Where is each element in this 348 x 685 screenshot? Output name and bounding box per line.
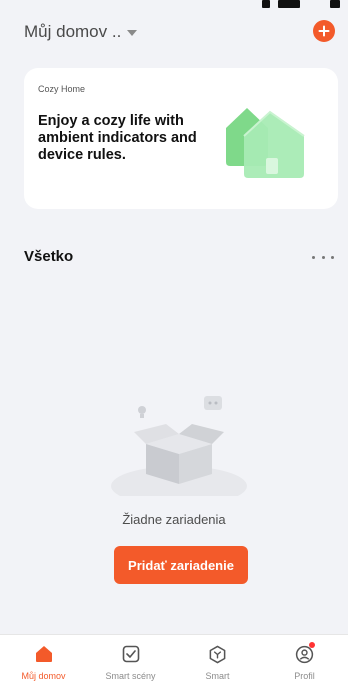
section-title: Všetko bbox=[24, 248, 74, 265]
home-selector[interactable]: Můj domov .. bbox=[24, 22, 138, 42]
home-header: Můj domov .. bbox=[0, 12, 348, 58]
tab-label: Smart scény bbox=[105, 671, 156, 681]
more-options-button[interactable] bbox=[312, 250, 334, 264]
notification-badge bbox=[308, 642, 315, 648]
tab-profile[interactable]: Profil bbox=[261, 635, 348, 685]
home-icon bbox=[33, 643, 55, 665]
banner-kicker: Cozy Home bbox=[38, 84, 86, 94]
green-houses-icon bbox=[226, 108, 305, 178]
home-name: Můj domov .. bbox=[24, 22, 122, 41]
add-device-button[interactable]: Pridať zariadenie bbox=[114, 546, 248, 584]
checkbox-icon bbox=[120, 643, 142, 665]
status-glyph bbox=[330, 0, 340, 8]
bottom-tab-bar: Můj domov Smart scény Smart Profil bbox=[0, 634, 348, 685]
tab-smart[interactable]: Smart bbox=[174, 635, 261, 685]
smart-hex-icon bbox=[207, 643, 229, 665]
tab-smart-scenes[interactable]: Smart scény bbox=[87, 635, 174, 685]
add-button[interactable] bbox=[313, 20, 335, 42]
empty-state-message: Žiadne zariadenia bbox=[122, 512, 226, 527]
status-glyph bbox=[262, 0, 270, 8]
tab-my-home[interactable]: Můj domov bbox=[0, 635, 87, 685]
plus-circle-icon bbox=[318, 25, 330, 37]
banner-headline: Enjoy a cozy life with ambient indicator… bbox=[38, 113, 197, 163]
empty-box-icon bbox=[111, 396, 247, 496]
status-bar-fragment bbox=[0, 0, 348, 12]
more-dots-icon bbox=[312, 255, 315, 259]
more-dot bbox=[331, 255, 334, 259]
tab-label: Smart bbox=[205, 671, 230, 681]
more-dot bbox=[321, 255, 325, 259]
cozy-home-banner[interactable]: Cozy Home Enjoy a cozy life with ambient… bbox=[24, 68, 338, 209]
tab-label: Můj domov bbox=[21, 671, 66, 681]
tab-label: Profil bbox=[294, 671, 315, 681]
status-glyph bbox=[278, 0, 300, 8]
caret-down-icon bbox=[127, 30, 138, 36]
